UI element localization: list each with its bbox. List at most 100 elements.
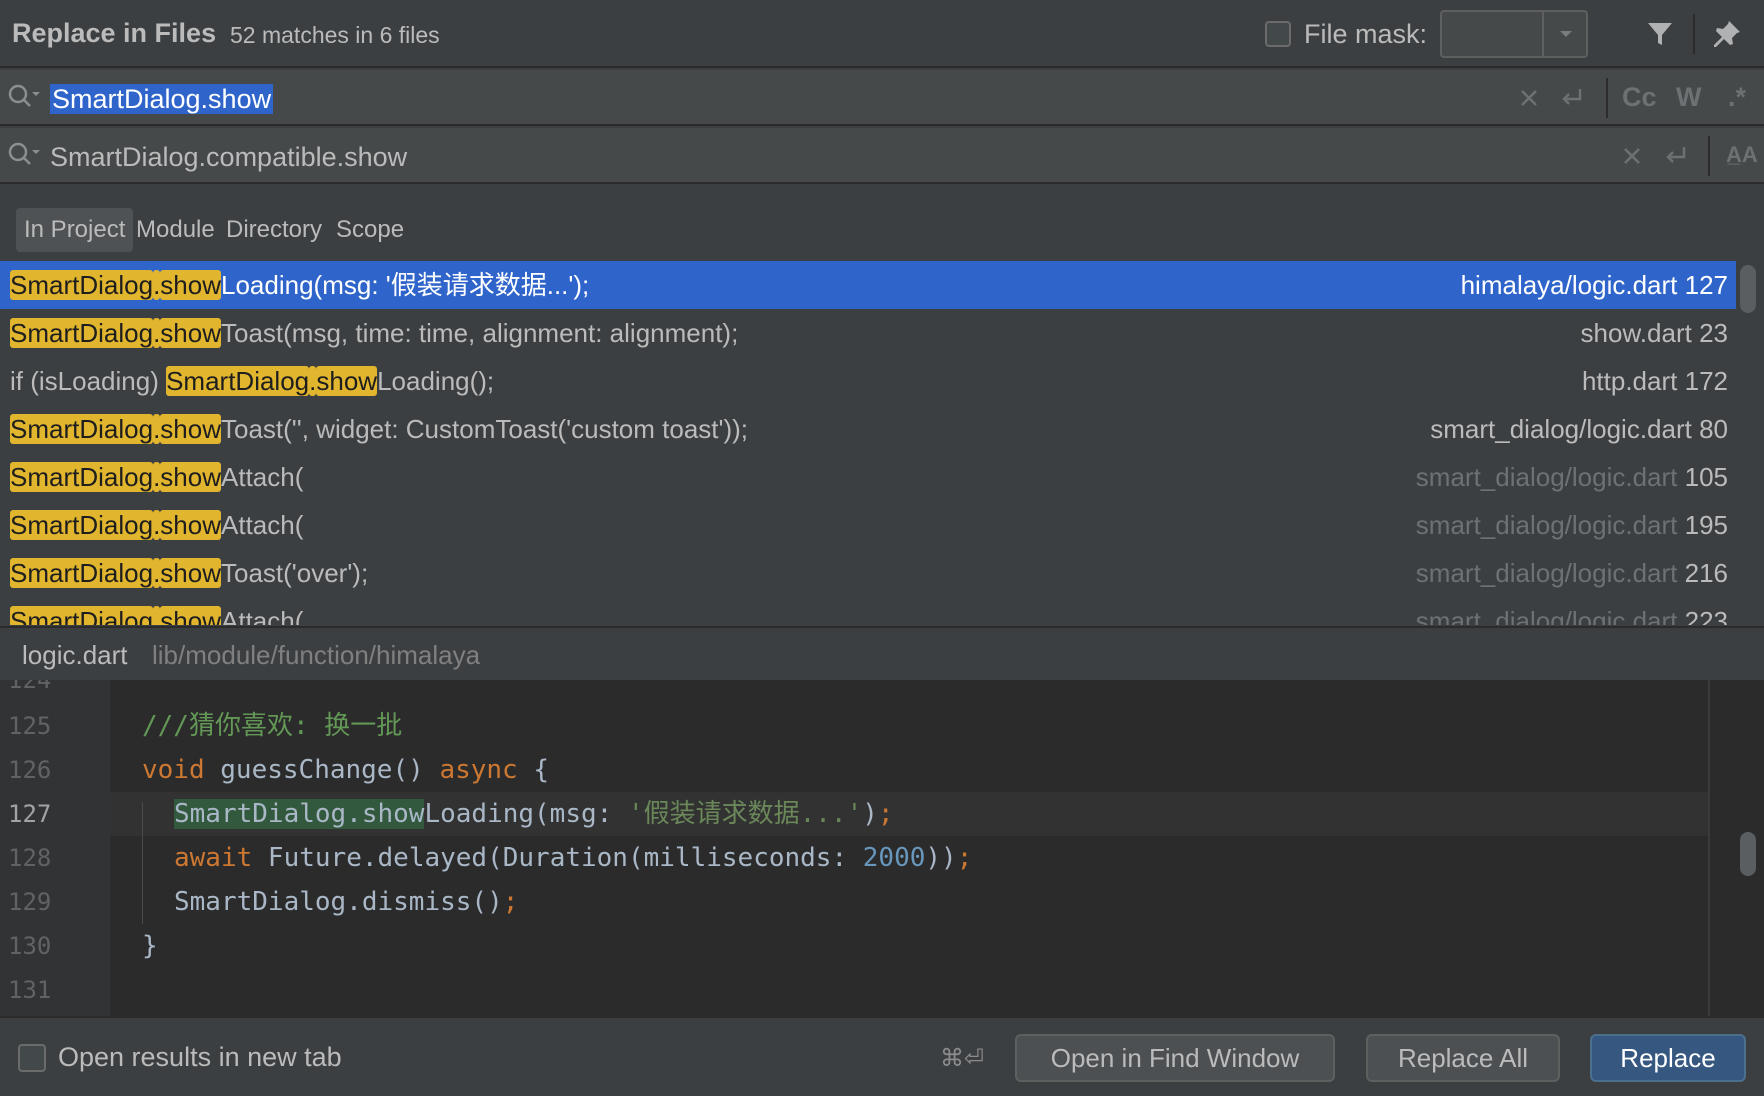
result-code-prefix: if (isLoading) — [10, 366, 167, 396]
result-line: 23 — [1699, 318, 1728, 348]
indent-guide — [142, 802, 143, 924]
result-code: SmartDialog.showToast(msg, time: time, a… — [10, 309, 738, 357]
string-literal: '假装请求数据...' — [627, 799, 863, 829]
file-mask-label: File mask: — [1304, 19, 1428, 49]
line-number: 124 — [8, 680, 52, 694]
preview-file-name: logic.dart — [22, 640, 128, 670]
find-row: SmartDialog.show Cc W .* — [0, 70, 1764, 126]
result-code-rest: Loading(msg: '假装请求数据...'); — [221, 270, 590, 300]
scope-tabs: In Project Module Directory Scope — [0, 186, 1764, 260]
result-file: smart_dialog/logic.dart — [1415, 606, 1678, 625]
dialog-header: Replace in Files 52 matches in 6 files F… — [0, 0, 1764, 68]
editor-scrollbar[interactable] — [1740, 832, 1756, 876]
search-history-icon[interactable] — [6, 82, 40, 112]
replace-all-button[interactable]: Replace All — [1366, 1034, 1560, 1082]
match-highlight: show — [316, 366, 378, 396]
keyword: await — [174, 843, 253, 873]
keyword: async — [439, 755, 518, 785]
dialog-footer: Open results in new tab ⌘⏎ Open in Find … — [0, 1016, 1764, 1096]
keyword: void — [142, 755, 205, 785]
dialog-title: Replace in Files — [12, 18, 217, 48]
result-line: 127 — [1684, 270, 1728, 300]
result-code-rest: Attach( — [221, 510, 304, 540]
tab-module[interactable]: Module — [128, 208, 223, 252]
match-highlight: SmartDialog — [10, 414, 154, 444]
result-row[interactable]: if (isLoading) SmartDialog.showLoading()… — [0, 357, 1736, 405]
tab-directory[interactable]: Directory — [218, 208, 330, 252]
open-new-tab-checkbox[interactable] — [18, 1044, 46, 1072]
result-row[interactable]: SmartDialog.showAttach( smart_dialog/log… — [0, 501, 1736, 549]
result-row[interactable]: SmartDialog.showAttach( smart_dialog/log… — [0, 597, 1736, 625]
filter-icon[interactable] — [1644, 18, 1676, 50]
shortcut-hint: ⌘⏎ — [940, 1045, 985, 1072]
tab-in-project[interactable]: In Project — [16, 208, 134, 252]
new-line-icon[interactable] — [1662, 142, 1690, 170]
line-number: 125 — [8, 712, 52, 740]
result-code-rest: Toast('', widget: CustomToast('custom to… — [221, 414, 749, 444]
code-preview[interactable]: 124 125 126 127 128 129 130 131 ///猜你喜欢:… — [0, 680, 1764, 1016]
chevron-down-icon[interactable] — [1554, 20, 1578, 48]
result-code: SmartDialog.showAttach( — [10, 597, 303, 625]
code-text: { — [517, 755, 550, 785]
code-text: SmartDialog.dismiss() — [174, 887, 503, 917]
clear-icon[interactable] — [1515, 84, 1543, 112]
open-in-find-window-button[interactable]: Open in Find Window — [1015, 1034, 1335, 1082]
line-number: 127 — [8, 800, 52, 828]
result-file: smart_dialog/logic.dart — [1415, 558, 1678, 588]
result-location: himalaya/logic.dart 127 — [1461, 261, 1728, 309]
search-input[interactable]: SmartDialog.show — [50, 82, 274, 116]
result-row[interactable]: SmartDialog.showToast('over'); smart_dia… — [0, 549, 1736, 597]
results-list[interactable]: SmartDialog.showLoading(msg: '假装请求数据...'… — [0, 261, 1736, 625]
semicolon: ; — [956, 843, 973, 873]
tab-scope[interactable]: Scope — [328, 208, 412, 252]
match-highlight: SmartDialog — [10, 558, 154, 588]
results-scrollbar[interactable] — [1740, 265, 1756, 313]
result-location: smart_dialog/logic.dart 216 — [1416, 549, 1728, 597]
match-highlight: show — [160, 510, 221, 540]
result-code-rest: Attach( — [221, 606, 304, 625]
code-text: Loading(msg: — [424, 799, 628, 829]
file-mask-checkbox[interactable] — [1265, 21, 1291, 47]
new-line-icon[interactable] — [1558, 84, 1586, 112]
code-line: await Future.delayed(Duration(millisecon… — [174, 836, 972, 880]
replace-button[interactable]: Replace — [1590, 1034, 1746, 1082]
code-text: ) — [862, 799, 878, 829]
match-highlight: SmartDialog — [166, 366, 310, 396]
match-highlight: SmartDialog — [10, 510, 154, 540]
match-highlight: SmartDialog — [10, 318, 154, 348]
regex-toggle[interactable]: .* — [1728, 82, 1746, 113]
result-code: SmartDialog.showToast('', widget: Custom… — [10, 405, 748, 453]
result-row[interactable]: SmartDialog.showLoading(msg: '假装请求数据...'… — [0, 261, 1736, 309]
result-location: smart_dialog/logic.dart 223 — [1416, 597, 1728, 625]
result-row[interactable]: SmartDialog.showToast(msg, time: time, a… — [0, 309, 1736, 357]
result-file: show.dart — [1580, 318, 1692, 348]
semicolon: ; — [877, 799, 894, 829]
match-highlight: show — [160, 318, 221, 348]
result-file: smart_dialog/logic.dart — [1415, 510, 1678, 540]
code-text: guessChange() — [204, 755, 440, 785]
match-case-toggle[interactable]: Cc — [1622, 82, 1657, 113]
result-row[interactable]: SmartDialog.showAttach( smart_dialog/log… — [0, 453, 1736, 501]
match-highlight: SmartDialog — [10, 270, 154, 300]
replace-input[interactable]: SmartDialog.compatible.show — [50, 140, 407, 174]
code-text: Future.delayed(Duration(milliseconds: — [252, 843, 863, 873]
match-highlight: show — [160, 270, 221, 300]
match-highlight: show — [160, 462, 221, 492]
semicolon: ; — [502, 887, 519, 917]
words-toggle[interactable]: W — [1676, 82, 1701, 113]
result-row[interactable]: SmartDialog.showToast('', widget: Custom… — [0, 405, 1736, 453]
result-code: SmartDialog.showToast('over'); — [10, 549, 368, 597]
replace-history-icon[interactable] — [6, 140, 40, 170]
number-literal: 2000 — [862, 843, 926, 873]
preserve-case-toggle[interactable]: A̲A — [1726, 142, 1758, 168]
code-line: SmartDialog.dismiss(); — [174, 880, 518, 924]
line-number: 130 — [8, 932, 52, 960]
pin-icon[interactable] — [1711, 18, 1743, 50]
match-highlight: SmartDialog — [10, 606, 154, 625]
result-code: SmartDialog.showAttach( — [10, 501, 303, 549]
file-mask-combobox[interactable] — [1440, 10, 1588, 58]
code-line: SmartDialog.showLoading(msg: '假装请求数据...'… — [174, 792, 894, 836]
result-code: if (isLoading) SmartDialog.showLoading()… — [10, 357, 494, 405]
replace-input-value: SmartDialog.compatible.show — [50, 142, 408, 172]
clear-icon[interactable] — [1618, 142, 1646, 170]
